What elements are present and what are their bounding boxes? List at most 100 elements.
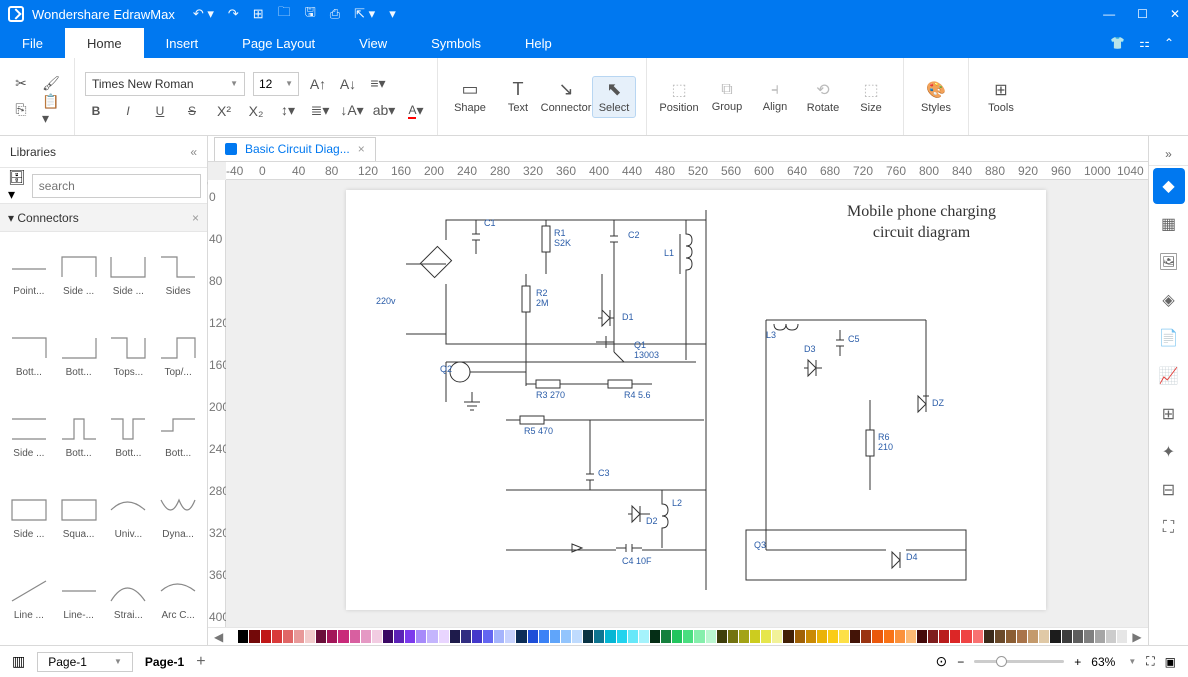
color-swatch[interactable]	[694, 630, 704, 643]
tools-button[interactable]: ⊞Tools	[979, 76, 1023, 118]
color-swatch[interactable]	[750, 630, 760, 643]
page[interactable]: Mobile phone charging circuit diagram	[346, 190, 1046, 610]
panel-icon[interactable]: ⊟	[1153, 472, 1185, 508]
shape-tool[interactable]: ▭Shape	[448, 76, 492, 118]
label-d1[interactable]: D1	[622, 312, 634, 322]
color-swatch[interactable]	[494, 630, 504, 643]
library-shape[interactable]: Side ...	[56, 238, 102, 304]
connector-tool[interactable]: ↘Connector	[544, 76, 588, 118]
layers-icon[interactable]: ◈	[1153, 282, 1185, 318]
library-shape[interactable]: Tops...	[106, 319, 152, 385]
color-swatch[interactable]	[361, 630, 371, 643]
label-r6[interactable]: R6 210	[878, 432, 893, 452]
size-tool[interactable]: ⬚Size	[849, 76, 893, 118]
zoom-out-button[interactable]: −	[957, 655, 964, 669]
color-swatch[interactable]	[461, 630, 471, 643]
canvas[interactable]: Mobile phone charging circuit diagram	[226, 180, 1148, 627]
library-shape[interactable]: Bott...	[6, 319, 52, 385]
library-shape[interactable]: Sides	[155, 238, 201, 304]
zoom-slider[interactable]	[974, 660, 1064, 663]
document-tab[interactable]: Basic Circuit Diag... ×	[214, 137, 376, 161]
close-button[interactable]: ✕	[1170, 7, 1180, 21]
zoom-in-button[interactable]: +	[1074, 655, 1081, 669]
color-swatch[interactable]	[772, 630, 782, 643]
color-swatch[interactable]	[416, 630, 426, 643]
color-swatch[interactable]	[294, 630, 304, 643]
paste-button[interactable]: 📋▾	[42, 99, 64, 121]
library-shape[interactable]: Side ...	[106, 238, 152, 304]
close-tab-button[interactable]: ×	[358, 142, 365, 156]
color-swatch[interactable]	[706, 630, 716, 643]
color-swatch[interactable]	[1017, 630, 1027, 643]
color-swatch[interactable]	[984, 630, 994, 643]
library-shape[interactable]: Strai...	[106, 562, 152, 628]
image-icon[interactable]: 🖼	[1153, 244, 1185, 280]
label-c4[interactable]: C4 10F	[622, 556, 652, 566]
color-swatch[interactable]	[394, 630, 404, 643]
decrease-font-button[interactable]: A↓	[337, 73, 359, 95]
color-swatch[interactable]	[683, 630, 693, 643]
library-shape[interactable]: Line-...	[56, 562, 102, 628]
library-shape[interactable]: Top/...	[155, 319, 201, 385]
format-painter-button[interactable]: 🖌	[40, 73, 62, 95]
label-r1[interactable]: R1 S2K	[554, 228, 571, 248]
color-swatch[interactable]	[528, 630, 538, 643]
color-swatch[interactable]	[338, 630, 348, 643]
fullscreen-icon[interactable]: ⛶	[1153, 510, 1185, 546]
menu-home[interactable]: Home	[65, 28, 144, 58]
color-swatch[interactable]	[327, 630, 337, 643]
color-swatch[interactable]	[617, 630, 627, 643]
color-swatch[interactable]	[472, 630, 482, 643]
italic-button[interactable]: I	[117, 100, 139, 122]
open-button[interactable]: 🗀	[278, 3, 291, 25]
color-swatch[interactable]	[272, 630, 282, 643]
color-swatch[interactable]	[783, 630, 793, 643]
label-220v[interactable]: 220v	[376, 296, 396, 306]
color-swatch[interactable]	[505, 630, 515, 643]
color-swatch[interactable]	[995, 630, 1005, 643]
library-shape[interactable]: Point...	[6, 238, 52, 304]
color-swatch[interactable]	[1084, 630, 1094, 643]
increase-font-button[interactable]: A↑	[307, 73, 329, 95]
minimize-button[interactable]: —	[1103, 7, 1115, 21]
menu-page-layout[interactable]: Page Layout	[220, 28, 337, 58]
text-case-button[interactable]: ab▾	[373, 100, 395, 122]
menu-view[interactable]: View	[337, 28, 409, 58]
label-q3[interactable]: Q3	[754, 540, 766, 550]
apps-icon[interactable]: ⚏	[1139, 36, 1150, 50]
pages-view-button[interactable]: ▥	[12, 653, 25, 670]
color-swatch[interactable]	[884, 630, 894, 643]
subscript-button[interactable]: X₂	[245, 100, 267, 122]
select-tool[interactable]: ⬉Select	[592, 76, 636, 118]
label-q1[interactable]: Q1 13003	[634, 340, 659, 360]
label-r5[interactable]: R5 470	[524, 426, 553, 436]
bold-button[interactable]: B	[85, 100, 107, 122]
color-swatch[interactable]	[439, 630, 449, 643]
rotate-tool[interactable]: ⟲Rotate	[801, 76, 845, 118]
print-button[interactable]: ⎙	[330, 6, 340, 22]
color-swatch[interactable]	[1073, 630, 1083, 643]
color-swatch[interactable]	[572, 630, 582, 643]
label-r2[interactable]: R2 2M	[536, 288, 549, 308]
underline-button[interactable]: U	[149, 100, 171, 122]
color-swatch[interactable]	[427, 630, 437, 643]
library-shape[interactable]: Dyna...	[155, 481, 201, 547]
styles-button[interactable]: 🎨Styles	[914, 76, 958, 118]
label-c2[interactable]: C2	[628, 230, 640, 240]
label-d4[interactable]: D4	[906, 552, 918, 562]
fit-page-button[interactable]: ⛶	[1146, 654, 1154, 669]
strikethrough-button[interactable]: S	[181, 100, 203, 122]
color-swatch[interactable]	[973, 630, 983, 643]
fit-width-button[interactable]: ▣	[1165, 655, 1176, 669]
menu-file[interactable]: File	[0, 28, 65, 58]
redo-button[interactable]: ↷	[228, 6, 239, 22]
color-swatch[interactable]	[650, 630, 660, 643]
label-r4[interactable]: R4 5.6	[624, 390, 651, 400]
save-button[interactable]: 🖫	[305, 3, 316, 25]
search-input[interactable]	[32, 174, 201, 198]
label-d3[interactable]: D3	[804, 344, 816, 354]
color-swatch[interactable]	[872, 630, 882, 643]
theme-icon[interactable]: ◆	[1153, 168, 1185, 204]
color-swatch[interactable]	[661, 630, 671, 643]
color-swatch[interactable]	[450, 630, 460, 643]
